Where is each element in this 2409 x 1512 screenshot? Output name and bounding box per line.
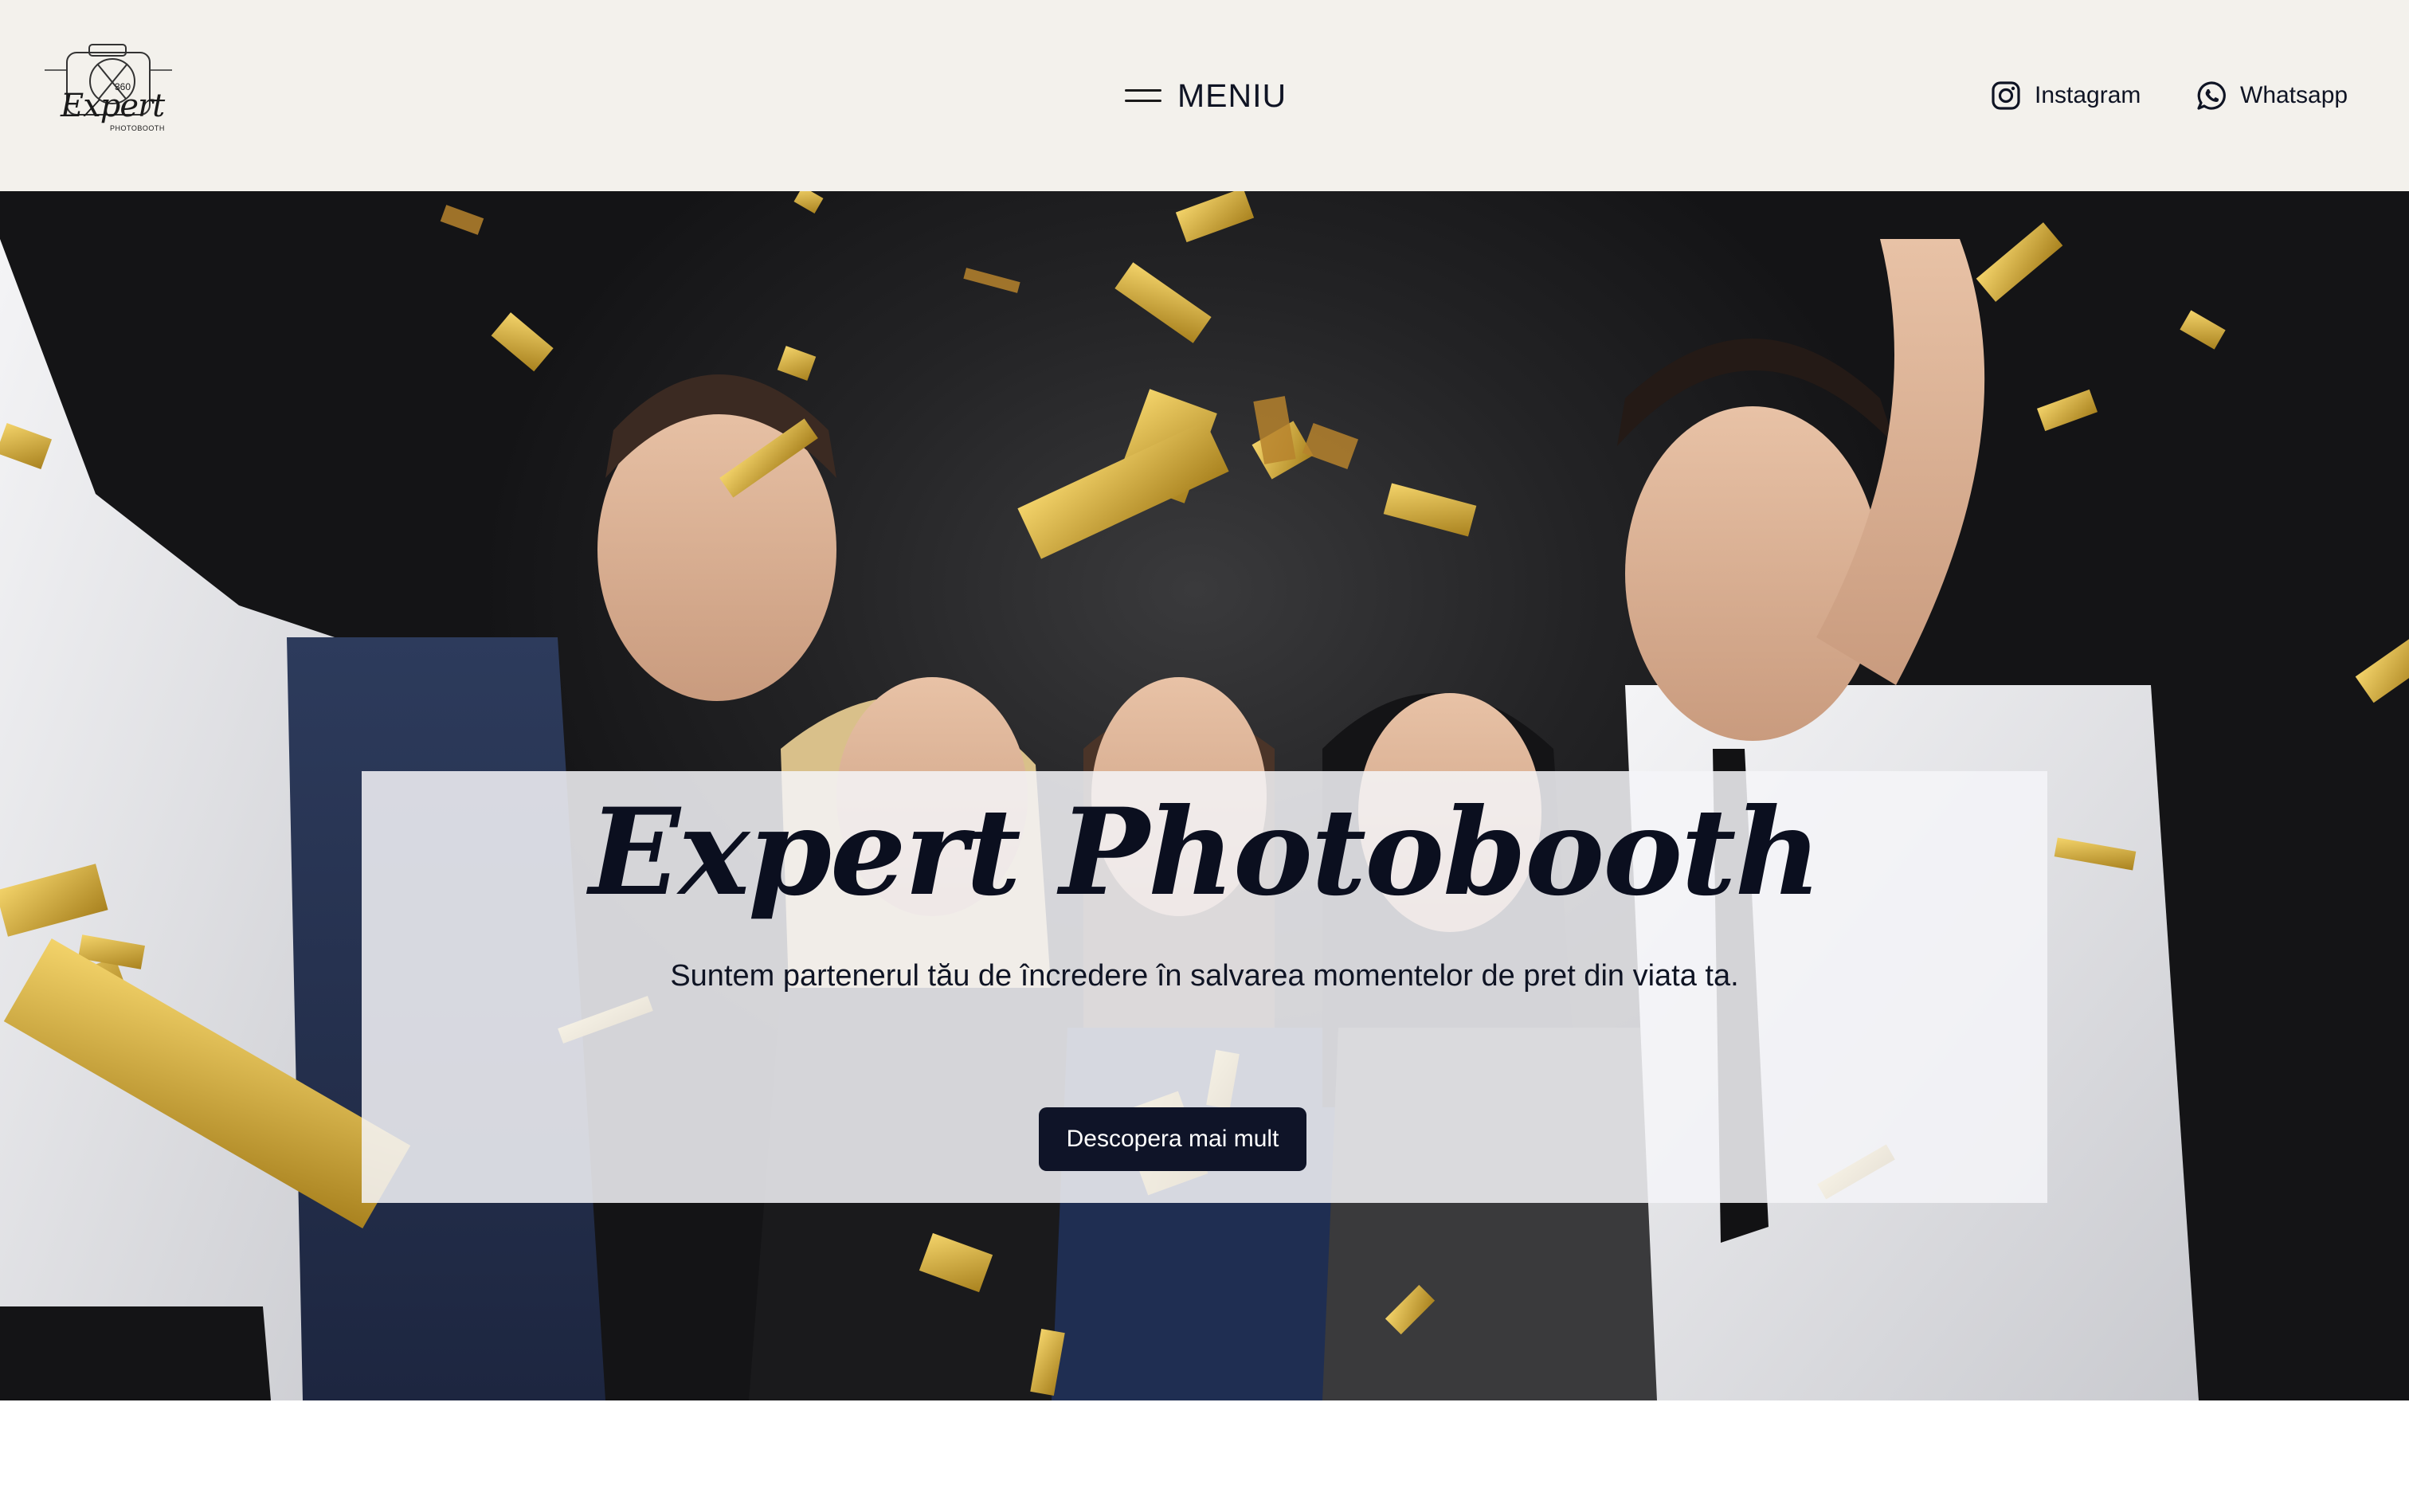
instagram-label: Instagram bbox=[2035, 82, 2141, 108]
hero-subtitle: Suntem partenerul tău de încredere în sa… bbox=[670, 959, 1739, 993]
instagram-icon bbox=[1992, 81, 2020, 110]
logo-sub-text: PHOTOBOOTH bbox=[110, 124, 165, 132]
menu-label: MENIU bbox=[1177, 76, 1287, 114]
logo-brand-text: Expert bbox=[61, 88, 165, 124]
hamburger-icon bbox=[1125, 86, 1161, 105]
whatsapp-label: Whatsapp bbox=[2240, 82, 2348, 108]
discover-more-button[interactable]: Descopera mai mult bbox=[1039, 1107, 1306, 1171]
logo[interactable]: Expert 360 PHOTOBOOTH bbox=[45, 41, 172, 145]
whatsapp-link[interactable]: Whatsapp bbox=[2196, 75, 2348, 116]
hero-overlay-card: Expert Photobooth Suntem partenerul tău … bbox=[362, 771, 2047, 1203]
hero-section: Expert Photobooth Suntem partenerul tău … bbox=[0, 191, 2409, 1400]
hero-title: Expert Photobooth bbox=[589, 782, 1821, 922]
menu-button[interactable]: MENIU bbox=[1125, 73, 1287, 118]
instagram-link[interactable]: Instagram bbox=[1990, 75, 2141, 116]
site-header: Expert 360 PHOTOBOOTH MENIU Instagram Wh… bbox=[0, 0, 2409, 191]
logo-badge-text: 360 bbox=[115, 81, 131, 92]
whatsapp-icon bbox=[2197, 81, 2226, 110]
